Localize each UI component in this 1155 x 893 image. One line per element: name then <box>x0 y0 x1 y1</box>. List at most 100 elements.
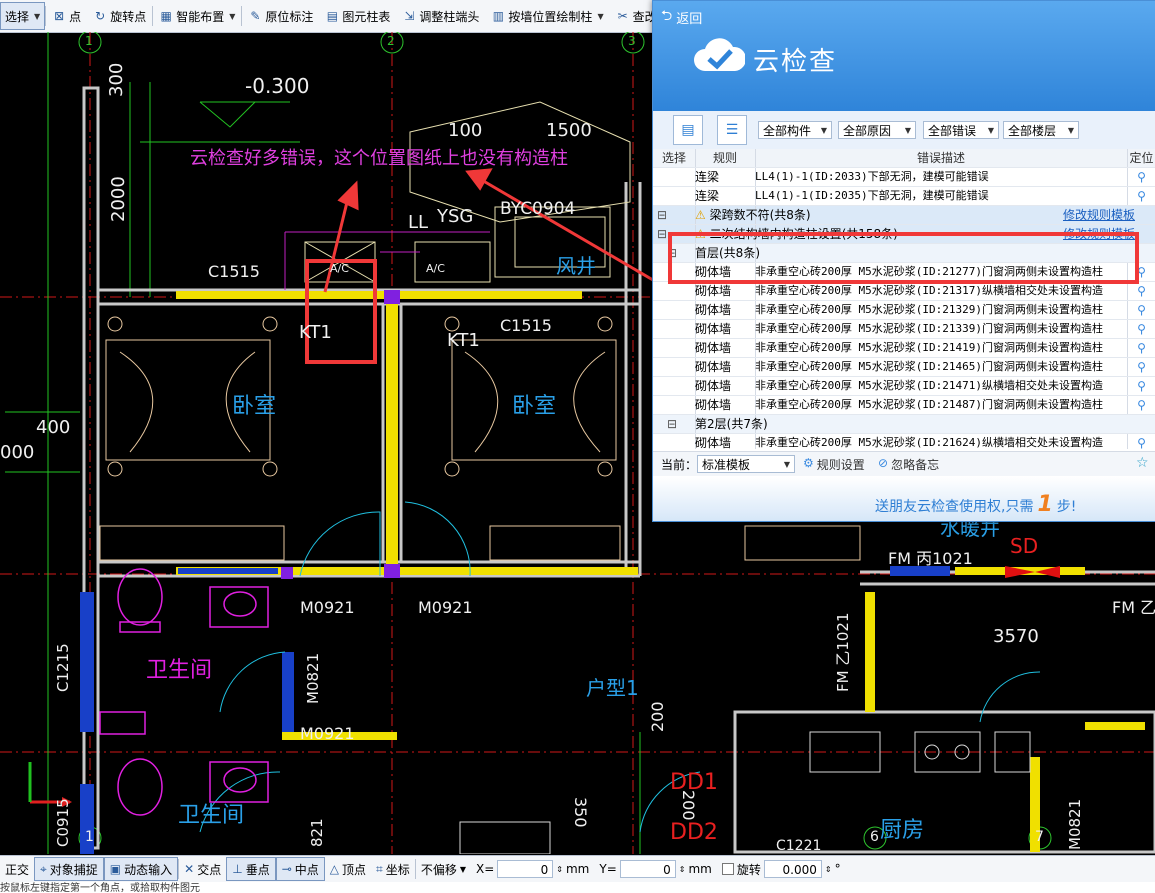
table-row[interactable]: 砌体墙 非承重空心砖200厚 M5水泥砂浆(ID:21465)门窗洞两侧未设置构造… <box>653 358 1155 377</box>
adjust-icon: ⇲ <box>404 9 415 23</box>
expand-cell[interactable]: ⊟ <box>653 415 696 433</box>
row-select-cell[interactable] <box>653 282 696 300</box>
vertex-snap[interactable]: △ 顶点 <box>325 858 371 880</box>
spinner-icon[interactable]: ⇕ <box>556 865 563 874</box>
dim-200: 200 <box>648 701 667 732</box>
locate-pin-icon[interactable]: ⚲ <box>1127 320 1155 338</box>
dynamic-input-label: 动态输入 <box>124 862 173 877</box>
label-c1221: C1221 <box>776 838 822 854</box>
locate-pin-icon[interactable]: ⚲ <box>1127 434 1155 449</box>
table-row[interactable]: 砌体墙 非承重空心砖200厚 M5水泥砂浆(ID:21277)门窗洞两侧未设置构造… <box>653 263 1155 282</box>
error-filter[interactable]: 全部错误 ▼ <box>923 121 999 139</box>
ortho-toggle[interactable]: 正交 <box>0 858 34 880</box>
table-row[interactable]: 砌体墙 非承重空心砖200厚 M5水泥砂浆(ID:21487)门窗洞两侧未设置构造… <box>653 396 1155 415</box>
star-icon[interactable]: ☆ <box>1136 455 1149 471</box>
group-row[interactable]: ⊟ 修改规则模板 ⚠ 二次结构墙内构造柱设置(共158条) <box>653 225 1155 244</box>
intersection-snap[interactable]: ✕ 交点 <box>179 858 226 880</box>
draw-column-by-wall-button[interactable]: ▥ 按墙位置绘制柱 ▼ <box>485 3 609 29</box>
group-title: 二次结构墙内构造柱设置(共158条) <box>709 227 898 241</box>
expand-icon[interactable]: ⊟ <box>657 206 667 224</box>
point-button[interactable]: ⊠ 点 <box>46 3 87 29</box>
expand-cell[interactable]: ⊟ <box>653 225 696 243</box>
ignore-notes-button[interactable]: ⊘ 忽略备忘 <box>878 456 939 473</box>
row-select-cell[interactable] <box>653 377 696 395</box>
smart-layout-button[interactable]: ▦ 智能布置 ▼ <box>153 3 241 29</box>
locate-pin-icon[interactable]: ⚲ <box>1127 377 1155 395</box>
midpoint-snap[interactable]: ⊸ 中点 <box>275 857 325 881</box>
table-row[interactable]: 砌体墙 非承重空心砖200厚 M5水泥砂浆(ID:21339)门窗洞两侧未设置构造… <box>653 320 1155 339</box>
locate-pin-icon[interactable]: ⚲ <box>1127 282 1155 300</box>
modify-rule-template-link[interactable]: 修改规则模板 <box>1063 225 1135 243</box>
promo-banner[interactable]: 送朋友云检查使用权,只需 1 步! <box>653 477 1155 521</box>
offset-select[interactable]: 不偏移 ▼ <box>416 858 471 880</box>
annotation-note: 云检查好多错误，这个位置图纸上也没有构造柱 <box>190 148 568 169</box>
pencil-icon: ✎ <box>250 9 261 23</box>
select-button[interactable]: 选择 ▼ <box>0 2 46 30</box>
back-button[interactable]: ⮌ 返回 <box>661 5 702 29</box>
axis-label-1: 1 <box>85 34 93 48</box>
table-row[interactable]: 砌体墙 非承重空心砖200厚 M5水泥砂浆(ID:21317)纵横墙相交处未设置构… <box>653 282 1155 301</box>
dynamic-input-toggle[interactable]: ▣ 动态输入 <box>103 857 179 881</box>
expand-icon[interactable]: ⊟ <box>657 225 667 243</box>
table-row[interactable]: 砌体墙 非承重空心砖200厚 M5水泥砂浆(ID:21624)纵横墙相交处未设置构… <box>653 434 1155 449</box>
rotate-checkbox[interactable] <box>721 863 734 875</box>
tree-view-button[interactable]: ☰ <box>717 115 747 145</box>
component-filter[interactable]: 全部构件 ▼ <box>758 121 832 139</box>
x-input[interactable]: 0 <box>497 860 554 878</box>
row-select-cell[interactable] <box>653 339 696 357</box>
group-row[interactable]: ⊟ 第2层(共7条) <box>653 415 1155 434</box>
label-c1515a: C1515 <box>208 262 260 281</box>
template-select[interactable]: 标准模板 ▼ <box>697 455 795 473</box>
row-select-cell[interactable] <box>653 358 696 376</box>
locate-pin-icon[interactable]: ⚲ <box>1127 339 1155 357</box>
floor-filter[interactable]: 全部楼层 ▼ <box>1003 121 1079 139</box>
adjust-column-end-button[interactable]: ⇲ 调整柱端头 <box>396 3 485 29</box>
row-select-cell[interactable] <box>653 396 696 414</box>
expand-icon[interactable]: ⊟ <box>667 415 677 433</box>
object-snap-toggle[interactable]: ⌖ 对象捕捉 <box>34 857 104 881</box>
modify-rule-template-link[interactable]: 修改规则模板 <box>1063 206 1135 224</box>
element-table-button[interactable]: ▤ 图元柱表 <box>319 3 396 29</box>
locate-pin-icon[interactable]: ⚲ <box>1127 187 1155 205</box>
y-input[interactable]: 0 <box>619 860 676 878</box>
dim-100: 100 <box>448 120 483 141</box>
rule-cell: 砌体墙 <box>695 339 756 357</box>
expand-cell[interactable]: ⊟ <box>653 206 696 224</box>
row-select-cell[interactable] <box>653 187 696 205</box>
dim-000: 000 <box>0 442 35 463</box>
y-label: Y= <box>599 862 617 876</box>
perpendicular-snap[interactable]: ⊥ 垂点 <box>226 857 276 881</box>
expand-icon[interactable]: ⊟ <box>667 244 677 262</box>
coordinate-snap[interactable]: ⌗ 坐标 <box>371 858 415 880</box>
table-row[interactable]: 连梁 LL4(1)-1(ID:2033)下部无洞，建模可能错误 ⚲ <box>653 168 1155 187</box>
rule-settings-button[interactable]: ⚙ 规则设置 <box>803 456 865 473</box>
group-row[interactable]: ⊟ 首层(共8条) <box>653 244 1155 263</box>
panel-header: ⮌ 返回 云检查 <box>653 1 1155 111</box>
table-row[interactable]: 砌体墙 非承重空心砖200厚 M5水泥砂浆(ID:21471)纵横墙相交处未设置构… <box>653 377 1155 396</box>
row-select-cell[interactable] <box>653 301 696 319</box>
rotate-point-button[interactable]: ↻ 旋转点 <box>87 3 152 29</box>
label-sd: SD <box>1010 534 1039 558</box>
locate-pin-icon[interactable]: ⚲ <box>1127 358 1155 376</box>
locate-pin-icon[interactable]: ⚲ <box>1127 301 1155 319</box>
locate-pin-icon[interactable]: ⚲ <box>1127 396 1155 414</box>
list-view-button[interactable]: ▤ <box>673 115 703 145</box>
col-rule: 规则 <box>695 149 756 167</box>
table-row[interactable]: 砌体墙 非承重空心砖200厚 M5水泥砂浆(ID:21419)门窗洞两侧未设置构造… <box>653 339 1155 358</box>
group-row[interactable]: ⊟ 修改规则模板 ⚠ 梁跨数不符(共8条) <box>653 206 1155 225</box>
table-row[interactable]: 连梁 LL4(1)-1(ID:2035)下部无洞，建模可能错误 ⚲ <box>653 187 1155 206</box>
row-select-cell[interactable] <box>653 168 696 186</box>
rotate-input[interactable]: 0.000 <box>763 860 822 878</box>
reason-filter[interactable]: 全部原因 ▼ <box>838 121 916 139</box>
spinner-icon[interactable]: ⇕ <box>825 865 832 874</box>
locate-pin-icon[interactable]: ⚲ <box>1127 168 1155 186</box>
spinner-icon[interactable]: ⇕ <box>679 865 686 874</box>
origin-mark-button[interactable]: ✎ 原位标注 <box>242 3 319 29</box>
expand-cell[interactable]: ⊟ <box>653 244 696 262</box>
row-select-cell[interactable] <box>653 263 696 281</box>
draw-column-by-wall-label: 按墙位置绘制柱 <box>508 9 593 24</box>
row-select-cell[interactable] <box>653 434 696 449</box>
row-select-cell[interactable] <box>653 320 696 338</box>
table-row[interactable]: 砌体墙 非承重空心砖200厚 M5水泥砂浆(ID:21329)门窗洞两侧未设置构造… <box>653 301 1155 320</box>
locate-pin-icon[interactable]: ⚲ <box>1127 263 1155 281</box>
